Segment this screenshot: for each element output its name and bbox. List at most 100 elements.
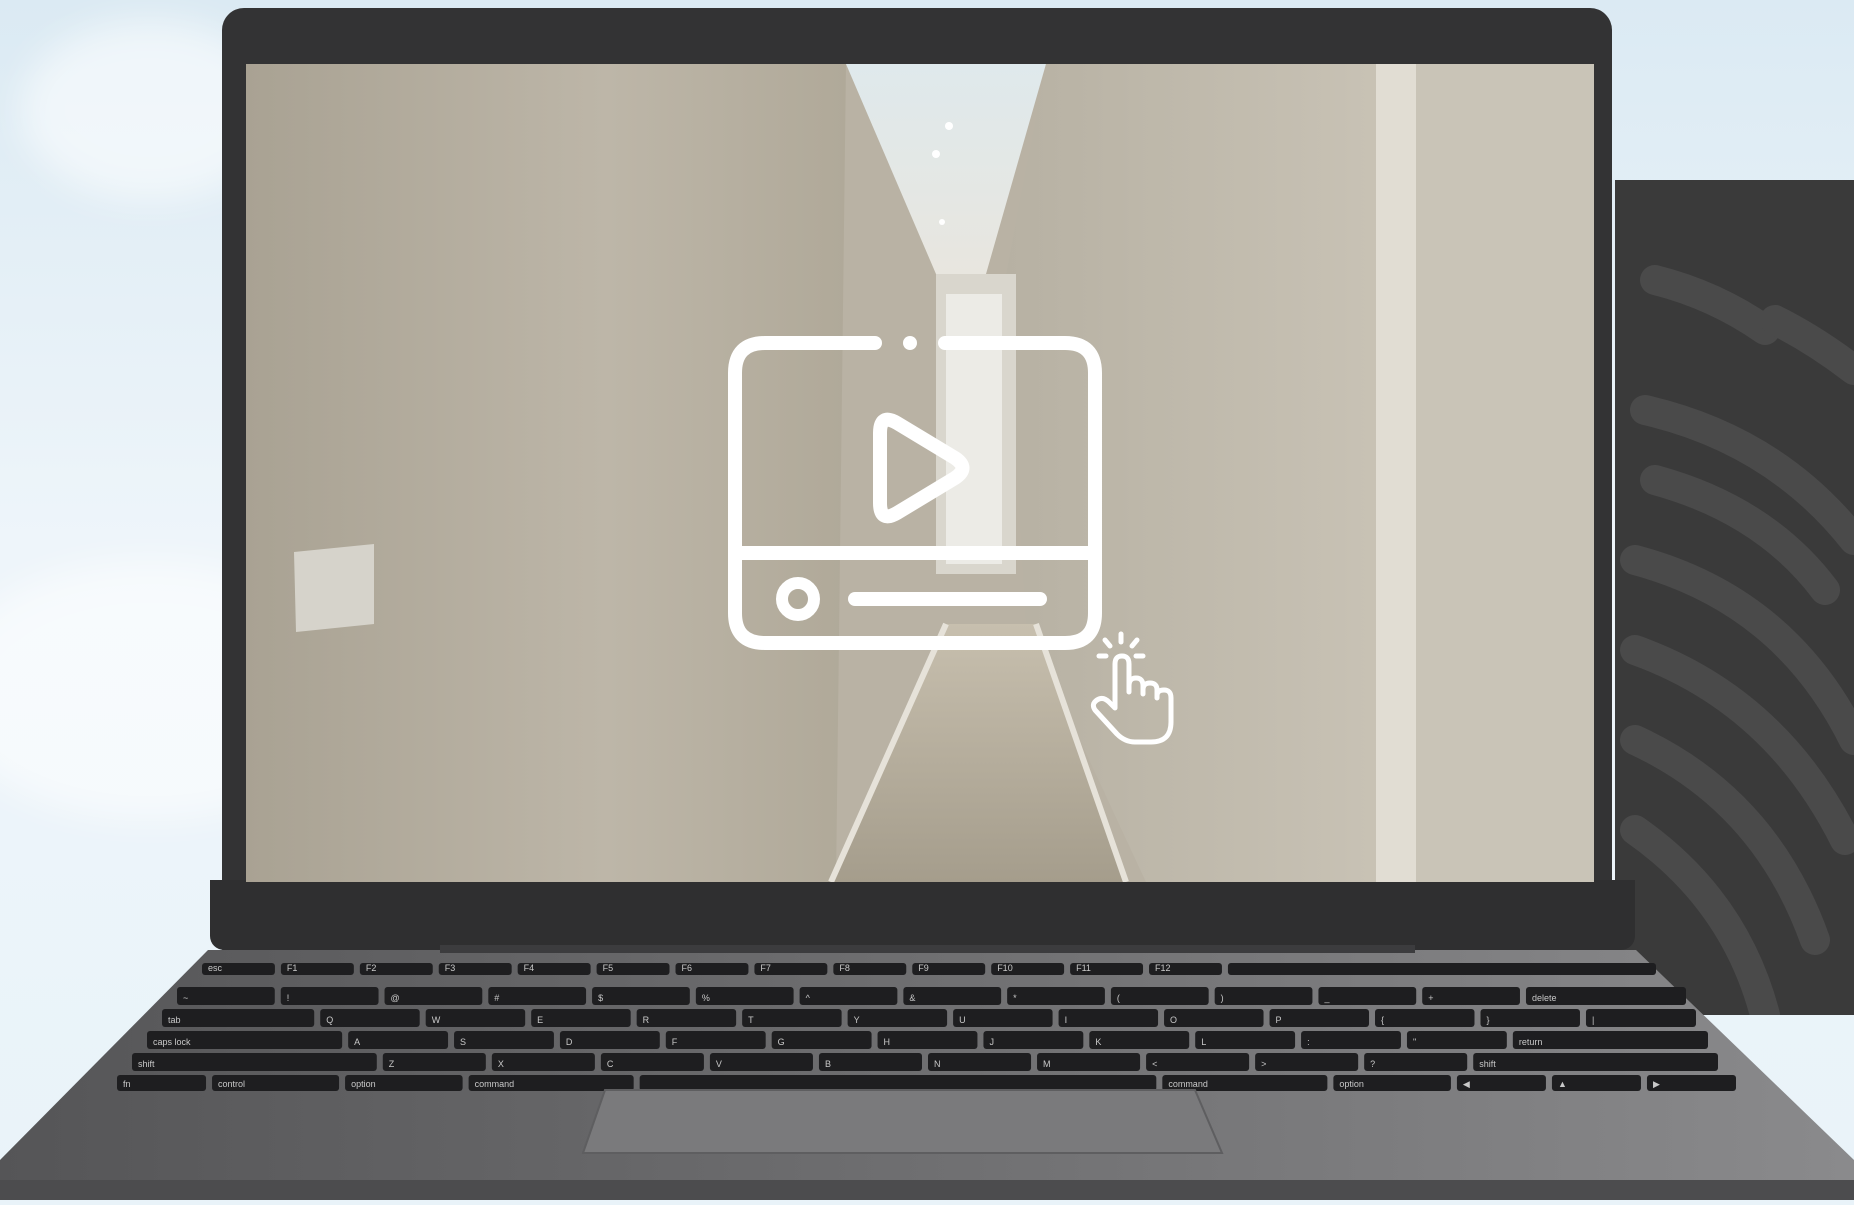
- keyboard-key[interactable]: [280, 987, 379, 1005]
- keyboard-key-label: >: [1261, 1059, 1266, 1069]
- keyboard-key-label: {: [1381, 1015, 1384, 1025]
- keyboard-key-label: &: [909, 993, 915, 1003]
- keyboard-key-label: Q: [326, 1015, 333, 1025]
- keyboard-key-label: ▶: [1653, 1079, 1660, 1089]
- keyboard-key-label: ◀: [1463, 1079, 1470, 1089]
- keyboard-key-label: $: [598, 993, 603, 1003]
- laptop-keyboard-deck: esc F1 F2 F3 F4 F5 F6 F7 F8 F9 F10 F11 F12~! @ # $% ^ & *(…: [0, 945, 1854, 1200]
- keyboard-key[interactable]: [425, 1009, 526, 1027]
- keyboard-key[interactable]: [1456, 1075, 1546, 1091]
- keyboard-key-label: F10: [997, 963, 1013, 973]
- keyboard-key[interactable]: [1301, 1031, 1401, 1049]
- keyboard-key[interactable]: [1227, 963, 1656, 975]
- keyboard-key-label: G: [778, 1037, 785, 1047]
- keyboard-key[interactable]: [799, 987, 898, 1005]
- keyboard-key[interactable]: [1646, 1075, 1736, 1091]
- keyboard-key[interactable]: [531, 1009, 631, 1027]
- keyboard-key[interactable]: [177, 987, 275, 1005]
- keyboard-key[interactable]: [1255, 1053, 1359, 1071]
- keyboard-key-label: W: [432, 1015, 441, 1025]
- keyboard-key[interactable]: [1364, 1053, 1468, 1071]
- keyboard-key-label: J: [989, 1037, 994, 1047]
- keyboard-key[interactable]: [1164, 1009, 1264, 1027]
- keyboard-key[interactable]: [162, 1009, 315, 1027]
- keyboard-key[interactable]: [636, 1009, 737, 1027]
- keyboard-key-label: option: [1339, 1079, 1364, 1089]
- keyboard-key-label: esc: [208, 963, 223, 973]
- keyboard-key-label: T: [748, 1015, 754, 1025]
- laptop-screen: [246, 64, 1594, 882]
- keyboard-key[interactable]: [639, 1075, 1157, 1091]
- keyboard-key-label: F3: [445, 963, 456, 973]
- keyboard-key[interactable]: [818, 1053, 922, 1071]
- keyboard-key[interactable]: [709, 1053, 813, 1071]
- keyboard-key-label: C: [607, 1059, 614, 1069]
- keyboard-key-label: U: [959, 1015, 966, 1025]
- keyboard-key[interactable]: [488, 987, 587, 1005]
- keyboard-key[interactable]: [592, 987, 690, 1005]
- keyboard-key[interactable]: [1110, 987, 1209, 1005]
- keyboard-key[interactable]: [665, 1031, 766, 1049]
- keyboard-key[interactable]: [847, 1009, 948, 1027]
- keyboard-key-label: F: [672, 1037, 678, 1047]
- keyboard-key-label: F1: [287, 963, 298, 973]
- keyboard-key[interactable]: [1585, 1009, 1696, 1027]
- keyboard-key[interactable]: [348, 1031, 449, 1049]
- keyboard-key-label: _: [1323, 993, 1330, 1003]
- trackpad[interactable]: [581, 1089, 1224, 1154]
- keyboard-key-label: *: [1013, 993, 1017, 1003]
- keyboard-key[interactable]: [1007, 987, 1105, 1005]
- keyboard-key[interactable]: [1089, 1031, 1190, 1049]
- keyboard-key-label: F9: [918, 963, 929, 973]
- keyboard-key-label: X: [498, 1059, 504, 1069]
- keyboard-key[interactable]: [695, 987, 794, 1005]
- keyboard-key[interactable]: [1473, 1053, 1718, 1071]
- tap-hand-icon: [1090, 631, 1174, 745]
- keyboard-key-label: ): [1221, 993, 1224, 1003]
- keyboard-key-label: O: [1170, 1015, 1177, 1025]
- keyboard-key[interactable]: [1037, 1053, 1141, 1071]
- keyboard-key[interactable]: [1146, 1053, 1250, 1071]
- keyboard-key[interactable]: [1406, 1031, 1507, 1049]
- arc-pattern: [1620, 265, 1854, 1015]
- keyboard-key-label: ?: [1370, 1059, 1375, 1069]
- keyboard-key[interactable]: [559, 1031, 660, 1049]
- keyboard-key[interactable]: [491, 1053, 595, 1071]
- keyboard-key[interactable]: [320, 1009, 420, 1027]
- keyboard-key[interactable]: [771, 1031, 872, 1049]
- keyboard-key-label: S: [460, 1037, 466, 1047]
- keyboard-key-label: L: [1201, 1037, 1206, 1047]
- keyboard-key[interactable]: [1480, 1009, 1580, 1027]
- keyboard-key-label: }: [1486, 1015, 1489, 1025]
- keyboard-key-label: +: [1428, 993, 1433, 1003]
- keyboard-key[interactable]: [983, 1031, 1084, 1049]
- keyboard-key[interactable]: [132, 1053, 377, 1071]
- keyboard-key-label: :: [1307, 1037, 1310, 1047]
- keyboard-key[interactable]: [1375, 1009, 1475, 1027]
- keyboard-key-label: M: [1043, 1059, 1051, 1069]
- keyboard-key[interactable]: [903, 987, 1002, 1005]
- keyboard-key[interactable]: [1269, 1009, 1370, 1027]
- keyboard-key[interactable]: [600, 1053, 704, 1071]
- keyboard-key[interactable]: [877, 1031, 978, 1049]
- keyboard-key[interactable]: [454, 1031, 554, 1049]
- keyboard-key-label: P: [1276, 1015, 1282, 1025]
- keyboard-key[interactable]: [1214, 987, 1313, 1005]
- keyboard-key-label: ▲: [1558, 1079, 1567, 1089]
- keyboard-key[interactable]: [928, 1053, 1032, 1071]
- decorative-panel: [1615, 180, 1854, 1015]
- keyboard-key-label: |: [1592, 1015, 1594, 1025]
- keyboard-key[interactable]: [382, 1053, 486, 1071]
- keyboard-key[interactable]: [1318, 987, 1417, 1005]
- keyboard-key-label: return: [1519, 1037, 1543, 1047]
- keyboard-key[interactable]: [1195, 1031, 1296, 1049]
- keyboard-key[interactable]: [742, 1009, 842, 1027]
- keyboard-key[interactable]: [1422, 987, 1520, 1005]
- keyboard-key-label: V: [716, 1059, 722, 1069]
- keyboard-key-label: K: [1095, 1037, 1101, 1047]
- keyboard-key-label: shift: [1479, 1059, 1496, 1069]
- keyboard-key-label: Y: [854, 1015, 860, 1025]
- keyboard-key[interactable]: [1058, 1009, 1159, 1027]
- video-player-icon[interactable]: [725, 333, 1105, 653]
- keyboard-key[interactable]: [953, 1009, 1053, 1027]
